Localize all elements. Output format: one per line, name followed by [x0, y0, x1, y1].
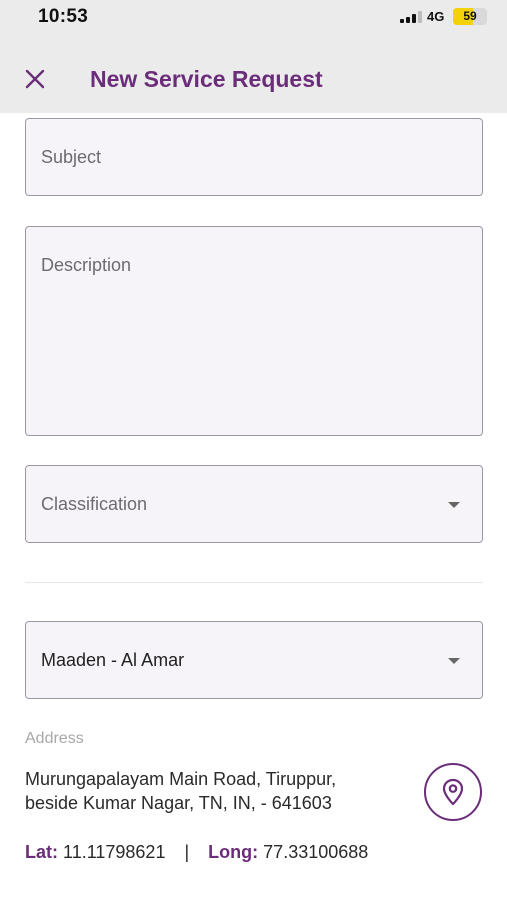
network-type: 4G: [427, 9, 445, 24]
chevron-down-icon: [448, 502, 460, 508]
page-title: New Service Request: [90, 66, 323, 92]
coord-separator: |: [184, 842, 190, 862]
long-label: Long:: [208, 842, 259, 862]
close-icon: [25, 69, 45, 89]
signal-icon: [400, 11, 422, 23]
battery-icon: 59: [453, 8, 487, 25]
address-line-2: beside Kumar Nagar, TN, IN, - 641603: [25, 793, 332, 813]
subject-placeholder: Subject: [41, 147, 102, 167]
app-bar: New Service Request: [0, 44, 507, 113]
location-button[interactable]: [424, 763, 482, 821]
long-value: 77.33100688: [263, 842, 369, 862]
description-placeholder: Description: [41, 255, 132, 275]
chevron-down-icon: [448, 658, 460, 664]
coordinates: Lat: 11.11798621 | Long: 77.33100688: [25, 842, 368, 863]
status-bar: 10:53 4G 59: [0, 0, 507, 44]
site-value: Maaden - Al Amar: [41, 650, 185, 670]
classification-dropdown[interactable]: Classification: [25, 465, 483, 543]
lat-value: 11.11798621: [63, 842, 166, 862]
battery-level: 59: [463, 9, 477, 23]
address-label: Address: [25, 730, 84, 747]
close-button[interactable]: [22, 66, 48, 92]
status-time: 10:53: [38, 6, 89, 27]
description-input[interactable]: Description: [25, 226, 483, 436]
subject-input[interactable]: Subject: [25, 118, 483, 196]
classification-placeholder: Classification: [41, 494, 148, 514]
location-pin-icon: [442, 778, 464, 806]
address-line-1: Murungapalayam Main Road, Tiruppur,: [25, 769, 337, 789]
site-dropdown[interactable]: Maaden - Al Amar: [25, 621, 483, 699]
lat-label: Lat:: [25, 842, 58, 862]
divider: [25, 582, 483, 583]
